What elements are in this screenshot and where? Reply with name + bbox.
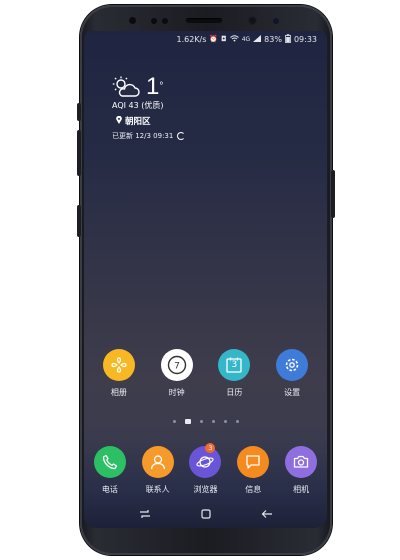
home-page-icon (184, 419, 191, 424)
page-dot (211, 420, 215, 423)
svg-text:7: 7 (174, 362, 180, 372)
back-arrow-icon (261, 510, 272, 518)
app-label: 电话 (101, 485, 118, 494)
iris-camera (273, 18, 279, 24)
gallery-icon (102, 349, 135, 381)
app-settings[interactable]: 设置 (268, 349, 316, 398)
page-dot (199, 420, 203, 423)
app-messages[interactable]: 信息 (229, 446, 277, 495)
status-bar: 1.62K/s ⏰ ◘ 4G 83% 09:33 (84, 31, 327, 47)
front-camera (248, 16, 257, 25)
app-grid: 相册 7 时钟 3 日历 设置 (84, 349, 327, 398)
back-button[interactable] (255, 504, 279, 524)
messages-icon (237, 446, 270, 478)
side-key (77, 205, 81, 237)
home-square-icon (200, 509, 211, 519)
update-time: 已更新 12/3 09:31 (112, 131, 186, 141)
iris-sensor (151, 18, 157, 24)
temperature: 1° (146, 73, 164, 100)
app-camera[interactable]: 相机 (277, 446, 325, 495)
phone-icon (93, 446, 126, 478)
page-dot (172, 420, 176, 423)
app-label: 信息 (245, 485, 262, 494)
weather-widget[interactable]: 1° AQI 43 (优质) 朝阳区 已更新 12/3 09:31 (112, 73, 186, 141)
app-label: 相册 (110, 388, 127, 397)
recent-apps-button[interactable] (133, 504, 157, 524)
location-name: 朝阳区 (125, 117, 151, 127)
wifi-icon (229, 34, 239, 44)
app-browser[interactable]: 3 浏览器 (182, 443, 230, 495)
recent-apps-icon (139, 510, 150, 518)
app-label: 浏览器 (193, 485, 218, 494)
power-button (331, 170, 335, 218)
app-label: 日历 (226, 388, 243, 397)
browser-icon: 3 (189, 443, 222, 478)
app-label: 相机 (293, 485, 310, 494)
settings-gear-icon (276, 349, 309, 381)
app-label: 设置 (284, 388, 301, 397)
volume-button (77, 130, 81, 176)
home-button[interactable] (194, 504, 218, 524)
air-quality: AQI 43 (优质) (112, 101, 164, 110)
location-pin-icon (116, 115, 122, 127)
calendar-icon: 3 (218, 349, 251, 381)
light-sensor (162, 18, 168, 24)
status-time: 09:33 (293, 34, 317, 44)
refresh-icon[interactable] (177, 132, 186, 140)
network-type: 4G (241, 35, 251, 43)
temperature-value: 1 (146, 73, 160, 100)
update-text: 已更新 12/3 09:31 (112, 132, 174, 140)
app-label: 联系人 (145, 485, 170, 494)
navigation-bar (84, 500, 327, 528)
page-dot (235, 420, 239, 423)
partly-cloudy-icon (112, 76, 140, 98)
page-dot (223, 420, 227, 423)
app-gallery[interactable]: 相册 (95, 349, 143, 398)
calendar-day: 3 (231, 360, 238, 370)
app-label: 时钟 (168, 388, 185, 397)
clock-icon: 7 (160, 349, 193, 381)
signal-icon (253, 34, 262, 44)
page-indicator[interactable] (84, 419, 327, 424)
network-speed: 1.62K/s (176, 34, 207, 44)
dock: 电话 联系人 3 浏览器 信息 相机 (84, 443, 327, 495)
battery-icon (285, 33, 291, 45)
degree-symbol: ° (159, 81, 164, 92)
battery-percent: 83% (264, 34, 282, 44)
proximity-sensor (129, 17, 136, 24)
bixby-button (77, 103, 81, 121)
home-screen: 1.62K/s ⏰ ◘ 4G 83% 09:33 1° AQI 43 (优质) … (84, 31, 327, 528)
location: 朝阳区 (112, 115, 185, 127)
app-contacts[interactable]: 联系人 (134, 446, 182, 495)
earpiece-speaker (186, 18, 222, 23)
app-phone[interactable]: 电话 (86, 446, 134, 495)
notification-badge: 3 (205, 443, 216, 453)
camera-icon (285, 446, 318, 478)
app-clock[interactable]: 7 时钟 (153, 349, 201, 398)
app-calendar[interactable]: 3 日历 (210, 349, 258, 398)
nfc-icon: ◘ (221, 35, 227, 43)
alarm-icon: ⏰ (209, 35, 219, 43)
contacts-icon (141, 446, 174, 478)
